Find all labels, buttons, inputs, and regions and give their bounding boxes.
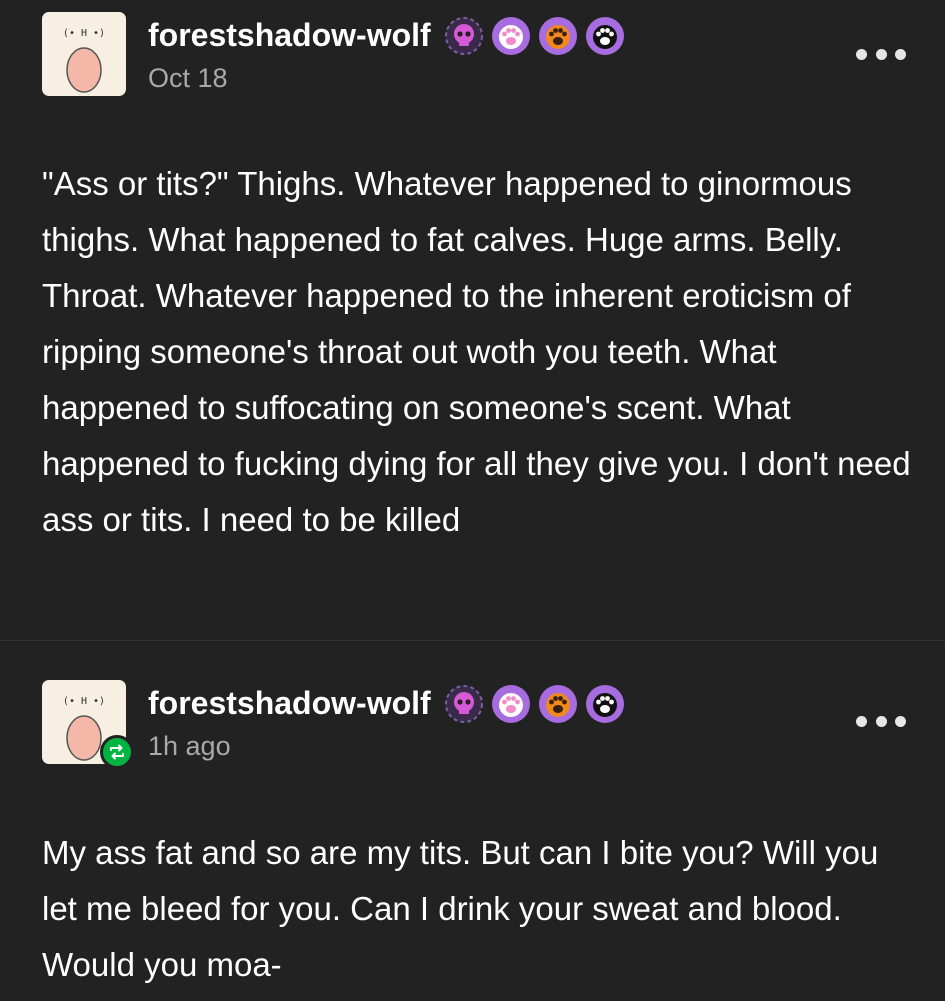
avatar-face-text: (• H •) [63,28,105,39]
username[interactable]: forestshadow-wolf [148,683,431,723]
post-body: "Ass or tits?" Thighs. Whatever happened… [42,165,911,538]
username[interactable]: forestshadow-wolf [148,15,431,55]
dot-icon [895,715,906,727]
skull-badge-icon[interactable] [444,684,484,724]
reblog-badge [100,735,134,769]
avatar[interactable]: (• H •) [42,12,126,96]
badge-row [444,684,625,724]
dot-icon [895,48,906,60]
skull-badge-icon[interactable] [444,16,484,56]
reblog-icon [110,744,124,760]
dot-icon [875,715,887,727]
post-2: (• H •) forestshadow-wolf 1h ago My ass … [0,640,945,1001]
pink-paw-badge-icon[interactable] [491,684,531,724]
orange-paw-badge-icon[interactable] [538,16,578,56]
more-options-button[interactable] [856,42,906,66]
orange-paw-badge-icon[interactable] [538,684,578,724]
dot-icon [856,48,867,60]
pink-paw-badge-icon[interactable] [491,16,531,56]
more-options-button[interactable] [856,709,906,733]
dot-icon [856,715,867,727]
black-paw-badge-icon[interactable] [585,684,625,724]
black-paw-badge-icon[interactable] [585,16,625,56]
avatar-face-text: (• H •) [63,696,105,707]
post-body: My ass fat and so are my tits. But can I… [42,834,879,983]
post-timestamp[interactable]: 1h ago [148,729,231,763]
dot-icon [875,48,887,60]
post-1: (• H •) forestshadow-wolf Oct 18 "Ass or… [0,0,945,640]
potato-avatar-icon: (• H •) [63,28,105,93]
badge-row [444,16,625,56]
post-timestamp[interactable]: Oct 18 [148,61,228,95]
